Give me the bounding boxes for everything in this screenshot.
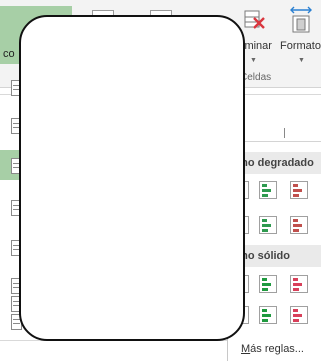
data-bar-gradient-red-icon[interactable]: [290, 181, 308, 199]
data-bar-solid-green-icon[interactable]: [259, 275, 277, 293]
data-bar-gradient-green-icon[interactable]: [259, 216, 277, 234]
format-cells-icon: [290, 6, 312, 33]
data-bar-solid-red-icon[interactable]: [290, 275, 308, 293]
more-rules-link[interactable]: Más reglas...: [241, 343, 304, 355]
data-bar-solid-green-icon[interactable]: [259, 306, 277, 324]
delete-cells-label: iminar: [242, 40, 272, 52]
conditional-format-label: co: [3, 48, 15, 60]
more-rules-label: ás reglas...: [250, 343, 304, 355]
excel-ribbon-screenshot: co iminar ▼ Formato ▼ Celdas eno degrada…: [0, 0, 321, 361]
chevron-down-icon: ▼: [298, 57, 305, 64]
format-cells-button[interactable]: Formato ▼: [280, 6, 321, 66]
delete-cells-icon: [244, 10, 265, 29]
data-bar-gradient-red-icon[interactable]: [290, 216, 308, 234]
more-rules-accesskey: M: [241, 343, 251, 355]
format-cells-label: Formato: [280, 40, 321, 52]
overlay-card: [19, 15, 245, 341]
data-bar-gradient-green-icon[interactable]: [259, 181, 277, 199]
chevron-down-icon: ▼: [250, 57, 257, 64]
data-bar-solid-red-icon[interactable]: [290, 306, 308, 324]
